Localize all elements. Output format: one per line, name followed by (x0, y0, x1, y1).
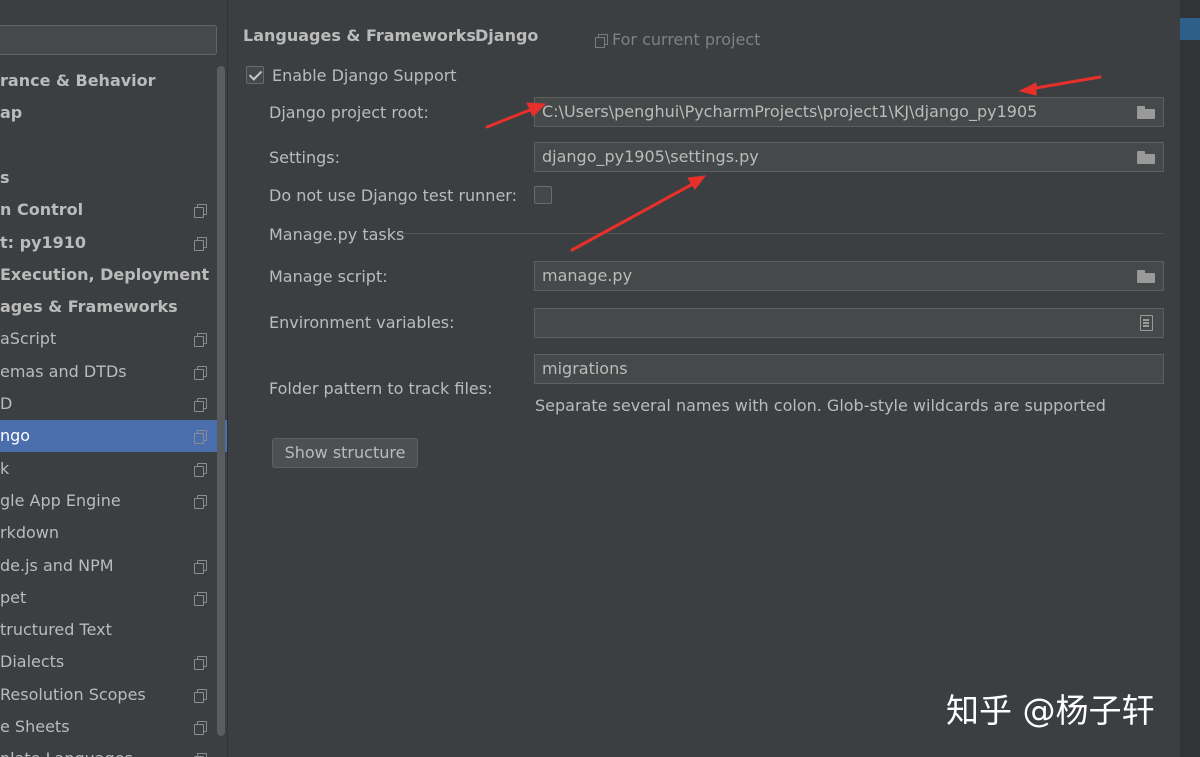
arrow-head (1018, 82, 1037, 96)
arrow-head (687, 175, 707, 190)
annotation-arrows (485, 75, 1102, 252)
arrow-from-right (1028, 75, 1102, 91)
arrow-head (526, 102, 547, 117)
watermark: 知乎 @杨子轩 (946, 691, 1155, 730)
arrow-to-settings (570, 178, 702, 252)
